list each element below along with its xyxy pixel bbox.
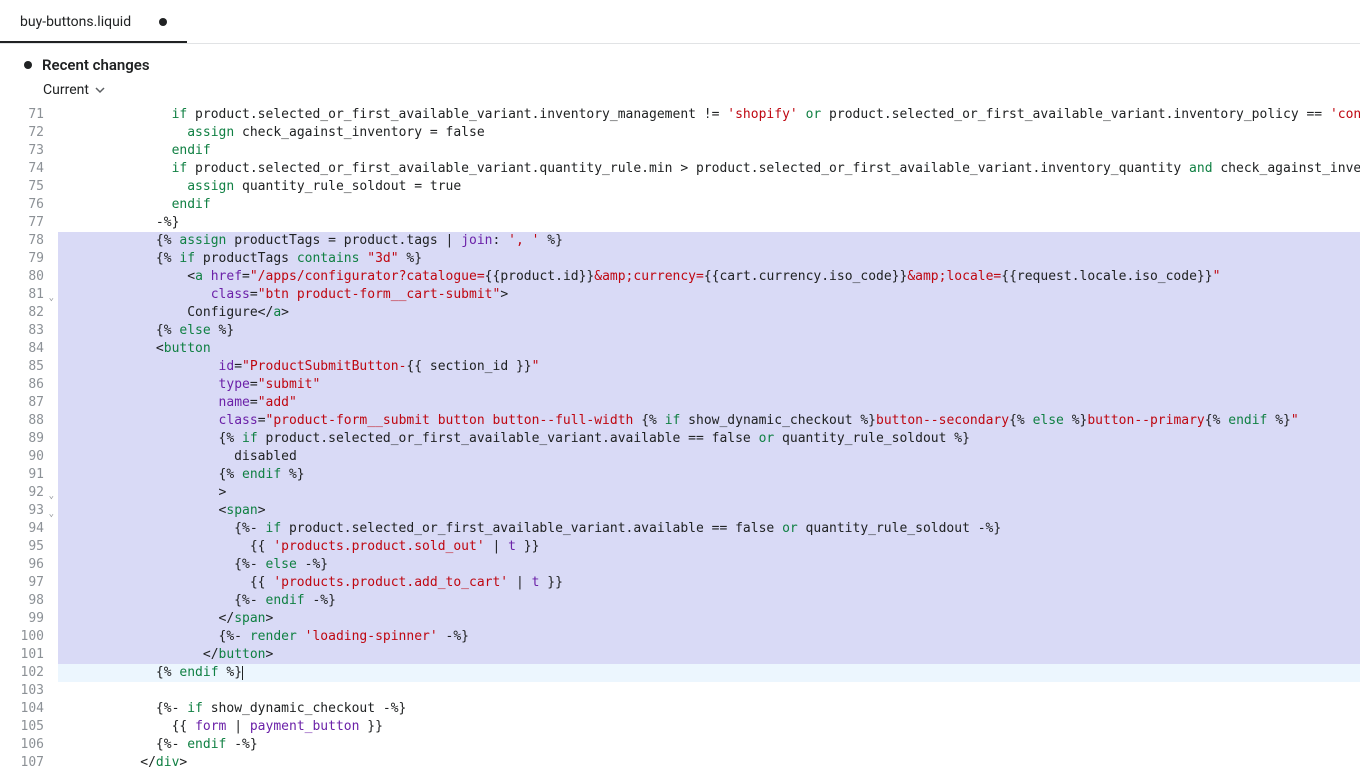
line-number: 86 [0, 376, 52, 394]
code-line[interactable]: {{ 'products.product.sold_out' | t }} [58, 538, 1360, 556]
tab-file[interactable]: buy-buttons.liquid [0, 0, 187, 43]
code-line[interactable]: disabled [58, 448, 1360, 466]
code-line[interactable]: {%- endif -%} [58, 736, 1360, 754]
recent-changes-title: Recent changes [42, 56, 150, 74]
line-number: 73 [0, 142, 52, 160]
tab-filename: buy-buttons.liquid [20, 14, 131, 30]
line-number: 88 [0, 412, 52, 430]
code-line[interactable]: if product.selected_or_first_available_v… [58, 160, 1360, 178]
tabs-bar: buy-buttons.liquid [0, 0, 1360, 44]
code-line[interactable]: id="ProductSubmitButton-{{ section_id }}… [58, 358, 1360, 376]
code-line[interactable]: {% assign productTags = product.tags | j… [58, 232, 1360, 250]
code-line[interactable]: <a href="/apps/configurator?catalogue={{… [58, 268, 1360, 286]
line-number: 80 [0, 268, 52, 286]
code-line[interactable]: <button [58, 340, 1360, 358]
line-number: 98 [0, 592, 52, 610]
code-line[interactable]: <span> [58, 502, 1360, 520]
line-number: 94 [0, 520, 52, 538]
line-number: 72 [0, 124, 52, 142]
line-number: 83 [0, 322, 52, 340]
line-number: 90 [0, 448, 52, 466]
line-number: 104 [0, 700, 52, 718]
code-editor[interactable]: 7172737475767778798081⌄82838485868788899… [0, 106, 1360, 772]
line-number: 103 [0, 682, 52, 700]
line-number: 74 [0, 160, 52, 178]
code-line[interactable]: name="add" [58, 394, 1360, 412]
line-number: 81⌄ [0, 286, 52, 304]
line-number: 85 [0, 358, 52, 376]
line-number: 78 [0, 232, 52, 250]
line-number: 95 [0, 538, 52, 556]
code-line[interactable]: {% if product.selected_or_first_availabl… [58, 430, 1360, 448]
line-number: 92⌄ [0, 484, 52, 502]
line-number: 102 [0, 664, 52, 682]
line-number: 82 [0, 304, 52, 322]
line-number: 101 [0, 646, 52, 664]
code-line[interactable]: {{ form | payment_button }} [58, 718, 1360, 736]
branch-selector[interactable]: Current [0, 78, 1360, 106]
code-line[interactable]: endif [58, 196, 1360, 214]
line-number: 99 [0, 610, 52, 628]
code-line[interactable]: {% else %} [58, 322, 1360, 340]
line-number: 91 [0, 466, 52, 484]
code-line[interactable]: class="product-form__submit button butto… [58, 412, 1360, 430]
line-number: 93⌄ [0, 502, 52, 520]
chevron-down-icon [95, 85, 105, 95]
line-number: 87 [0, 394, 52, 412]
code-line[interactable]: </div> [58, 754, 1360, 772]
code-line[interactable]: -%} [58, 214, 1360, 232]
line-number: 79 [0, 250, 52, 268]
code-line[interactable]: Configure</a> [58, 304, 1360, 322]
code-area[interactable]: if product.selected_or_first_available_v… [58, 106, 1360, 772]
code-line[interactable]: > [58, 484, 1360, 502]
line-number: 71 [0, 106, 52, 124]
code-line[interactable]: {% endif %} [58, 466, 1360, 484]
line-number: 106 [0, 736, 52, 754]
code-line[interactable]: endif [58, 142, 1360, 160]
recent-changes-header: Recent changes [0, 44, 1360, 78]
text-cursor [242, 666, 243, 680]
modified-dot-icon [159, 18, 167, 26]
code-line[interactable]: {%- if product.selected_or_first_availab… [58, 520, 1360, 538]
line-number: 100 [0, 628, 52, 646]
code-line[interactable]: {%- else -%} [58, 556, 1360, 574]
code-line[interactable]: class="btn product-form__cart-submit"> [58, 286, 1360, 304]
line-number: 76 [0, 196, 52, 214]
code-line[interactable]: {% endif %} [58, 664, 1360, 682]
code-line[interactable]: {%- render 'loading-spinner' -%} [58, 628, 1360, 646]
line-number: 96 [0, 556, 52, 574]
line-number: 89 [0, 430, 52, 448]
line-number: 77 [0, 214, 52, 232]
line-number: 75 [0, 178, 52, 196]
code-line[interactable]: assign check_against_inventory = false [58, 124, 1360, 142]
code-line[interactable]: </span> [58, 610, 1360, 628]
code-line[interactable]: assign quantity_rule_soldout = true [58, 178, 1360, 196]
code-line[interactable]: {%- if show_dynamic_checkout -%} [58, 700, 1360, 718]
code-line[interactable] [58, 682, 1360, 700]
code-line[interactable]: {% if productTags contains "3d" %} [58, 250, 1360, 268]
branch-label: Current [43, 82, 89, 98]
code-line[interactable]: if product.selected_or_first_available_v… [58, 106, 1360, 124]
code-line[interactable]: {%- endif -%} [58, 592, 1360, 610]
line-number-gutter: 7172737475767778798081⌄82838485868788899… [0, 106, 58, 772]
line-number: 107 [0, 754, 52, 772]
line-number: 84 [0, 340, 52, 358]
header-dot-icon [24, 61, 32, 69]
code-line[interactable]: type="submit" [58, 376, 1360, 394]
code-line[interactable]: {{ 'products.product.add_to_cart' | t }} [58, 574, 1360, 592]
line-number: 97 [0, 574, 52, 592]
code-line[interactable]: </button> [58, 646, 1360, 664]
line-number: 105 [0, 718, 52, 736]
